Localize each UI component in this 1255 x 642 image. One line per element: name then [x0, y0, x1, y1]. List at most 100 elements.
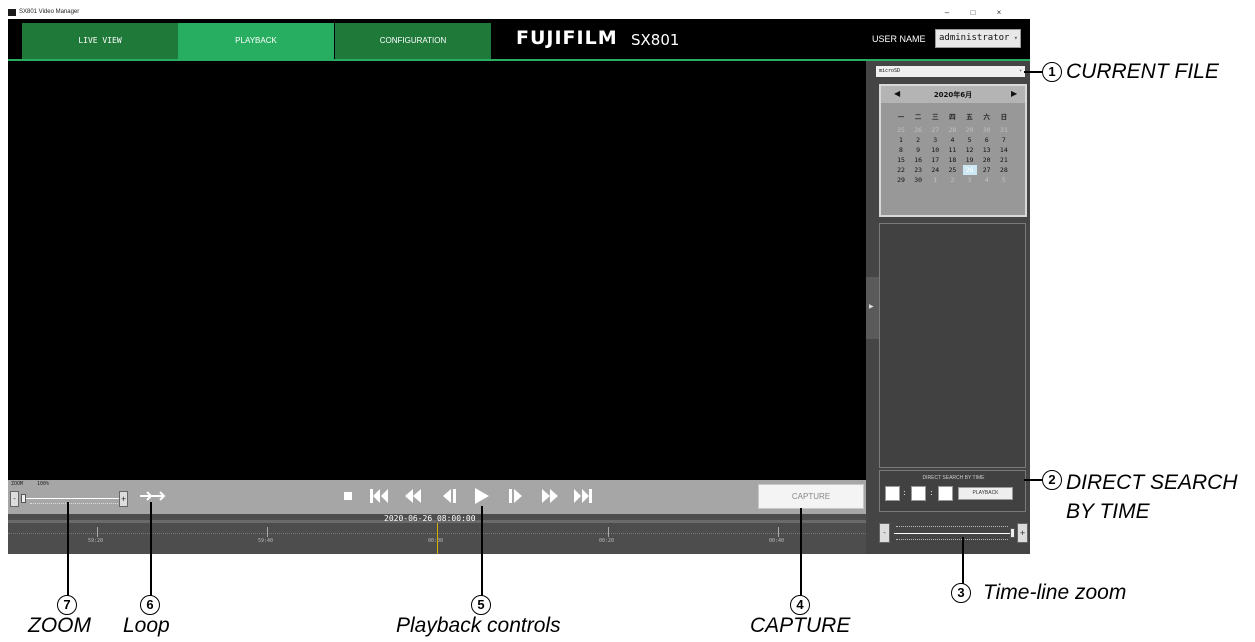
timeline-tick	[97, 527, 98, 537]
capture-button[interactable]: CAPTURE	[758, 484, 864, 509]
calendar-day[interactable]: 1	[894, 135, 908, 145]
calendar-day[interactable]: 27	[980, 165, 994, 175]
timeline-zoom-ticks	[896, 539, 1008, 540]
calendar-day[interactable]: 3	[928, 135, 942, 145]
calendar-day[interactable]: 22	[894, 165, 908, 175]
calendar-day[interactable]: 26	[962, 165, 977, 175]
timeline-cursor[interactable]	[437, 523, 438, 554]
step-forward-icon[interactable]	[505, 486, 527, 506]
file-list[interactable]	[879, 223, 1026, 468]
minute-input[interactable]	[911, 486, 926, 501]
zoom-slider-thumb[interactable]	[21, 494, 26, 503]
calendar-day[interactable]: 20	[980, 155, 994, 165]
calendar-day[interactable]: 13	[980, 145, 994, 155]
callout-leader-line	[1024, 479, 1042, 481]
calendar-day[interactable]: 18	[945, 155, 959, 165]
calendar-day[interactable]: 17	[928, 155, 942, 165]
callout-number-5: 5	[471, 595, 491, 615]
callout-label-loop: Loop	[123, 614, 170, 637]
calendar-day[interactable]: 1	[928, 175, 942, 185]
calendar-day[interactable]: 31	[997, 125, 1011, 135]
timeline-tick-label: 00:20	[599, 538, 615, 544]
fast-forward-icon[interactable]	[539, 486, 561, 506]
zoom-in-button[interactable]: +	[119, 491, 128, 507]
calendar-day[interactable]: 26	[911, 125, 925, 135]
calendar-day[interactable]: 30	[980, 125, 994, 135]
calendar-day[interactable]: 4	[980, 175, 994, 185]
timeline-zoom-slider-thumb[interactable]	[1010, 528, 1015, 538]
second-input[interactable]	[938, 486, 953, 501]
callout-leader-line	[150, 502, 152, 596]
calendar-day[interactable]: 29	[894, 175, 908, 185]
calendar-week-row: 25 26 27 28 29 30 31	[894, 125, 1014, 135]
calendar-day[interactable]: 9	[911, 145, 925, 155]
calendar-day[interactable]: 2	[945, 175, 959, 185]
calendar-day[interactable]: 23	[911, 165, 925, 175]
callout-leader-line	[962, 537, 964, 584]
tab-live-view[interactable]: LIVE VIEW	[22, 23, 178, 59]
callout-number-4: 4	[790, 595, 810, 615]
calendar-day[interactable]: 5	[963, 135, 977, 145]
model-name: SX801	[631, 31, 680, 49]
calendar-day[interactable]: 14	[997, 145, 1011, 155]
calendar-day[interactable]: 8	[894, 145, 908, 155]
timeline-zoom-out-button[interactable]: -	[879, 523, 890, 543]
zoom-out-button[interactable]: -	[10, 491, 19, 507]
close-button[interactable]: ×	[986, 6, 1012, 19]
calendar-next-icon[interactable]: ▶	[1011, 89, 1017, 98]
minimize-button[interactable]: –	[934, 6, 960, 19]
calendar-day[interactable]: 21	[997, 155, 1011, 165]
timeline-zoom-slider-track[interactable]	[894, 533, 1012, 534]
zoom-slider-track[interactable]	[22, 498, 119, 499]
calendar-weekday: 六	[983, 113, 990, 121]
calendar-weekday: 三	[932, 113, 939, 121]
calendar-day[interactable]: 4	[945, 135, 959, 145]
timeline[interactable]: 2020-06-26 08:00:00 59:20 59:40 00:00 00…	[8, 514, 866, 554]
calendar-day[interactable]: 19	[963, 155, 977, 165]
direct-search-playback-button[interactable]: PLAYBACK	[958, 487, 1013, 500]
rewind-icon[interactable]	[402, 486, 424, 506]
step-back-icon[interactable]	[438, 486, 460, 506]
skip-to-start-icon[interactable]	[368, 486, 390, 506]
calendar-day[interactable]: 29	[963, 125, 977, 135]
calendar-day[interactable]: 28	[945, 125, 959, 135]
calendar-day[interactable]: 7	[997, 135, 1011, 145]
calendar-day[interactable]: 12	[963, 145, 977, 155]
time-separator: :	[903, 488, 906, 497]
panel-collapse-button[interactable]: ▶	[866, 277, 879, 339]
calendar-day[interactable]: 16	[911, 155, 925, 165]
calendar-day[interactable]: 27	[928, 125, 942, 135]
skip-to-end-icon[interactable]	[572, 486, 594, 506]
tab-playback[interactable]: PLAYBACK	[178, 23, 334, 59]
loop-icon[interactable]	[139, 489, 167, 503]
calendar-day[interactable]: 3	[963, 175, 977, 185]
play-icon[interactable]	[470, 486, 492, 506]
calendar-day[interactable]: 25	[894, 125, 908, 135]
user-name-value: administrator	[939, 33, 1010, 43]
stop-icon[interactable]	[337, 486, 359, 506]
calendar-day[interactable]: 28	[997, 165, 1011, 175]
timeline-tick	[608, 527, 609, 537]
user-name-select[interactable]: administrator ▾	[935, 29, 1021, 48]
callout-number-1: 1	[1042, 62, 1062, 82]
timeline-zoom-in-button[interactable]: +	[1017, 523, 1028, 543]
timeline-tick-label: 59:40	[258, 538, 274, 544]
maximize-button[interactable]: □	[960, 6, 986, 19]
calendar-day[interactable]: 5	[997, 175, 1011, 185]
calendar-day[interactable]: 24	[928, 165, 942, 175]
calendar-grid: 一二三四五六日 25 26 27 28 29 30 31 1 2 3 4 5 6 7 8 9 10 11 12 13 14…	[894, 112, 1014, 185]
calendar-day[interactable]: 25	[945, 165, 959, 175]
timeline-tick-label: 00:40	[769, 538, 785, 544]
calendar-day[interactable]: 2	[911, 135, 925, 145]
calendar-day[interactable]: 30	[911, 175, 925, 185]
calendar-weekday: 日	[1000, 113, 1008, 121]
calendar-day[interactable]: 11	[945, 145, 959, 155]
calendar-day[interactable]: 10	[928, 145, 942, 155]
tab-configuration[interactable]: CONFIGURATION	[335, 23, 491, 59]
storage-select[interactable]: microSD ▾	[876, 66, 1025, 77]
calendar-day[interactable]: 15	[894, 155, 908, 165]
video-viewport[interactable]	[8, 61, 866, 480]
hour-input[interactable]	[885, 486, 900, 501]
timeline-tick-label: 59:20	[88, 538, 104, 544]
calendar-day[interactable]: 6	[980, 135, 994, 145]
